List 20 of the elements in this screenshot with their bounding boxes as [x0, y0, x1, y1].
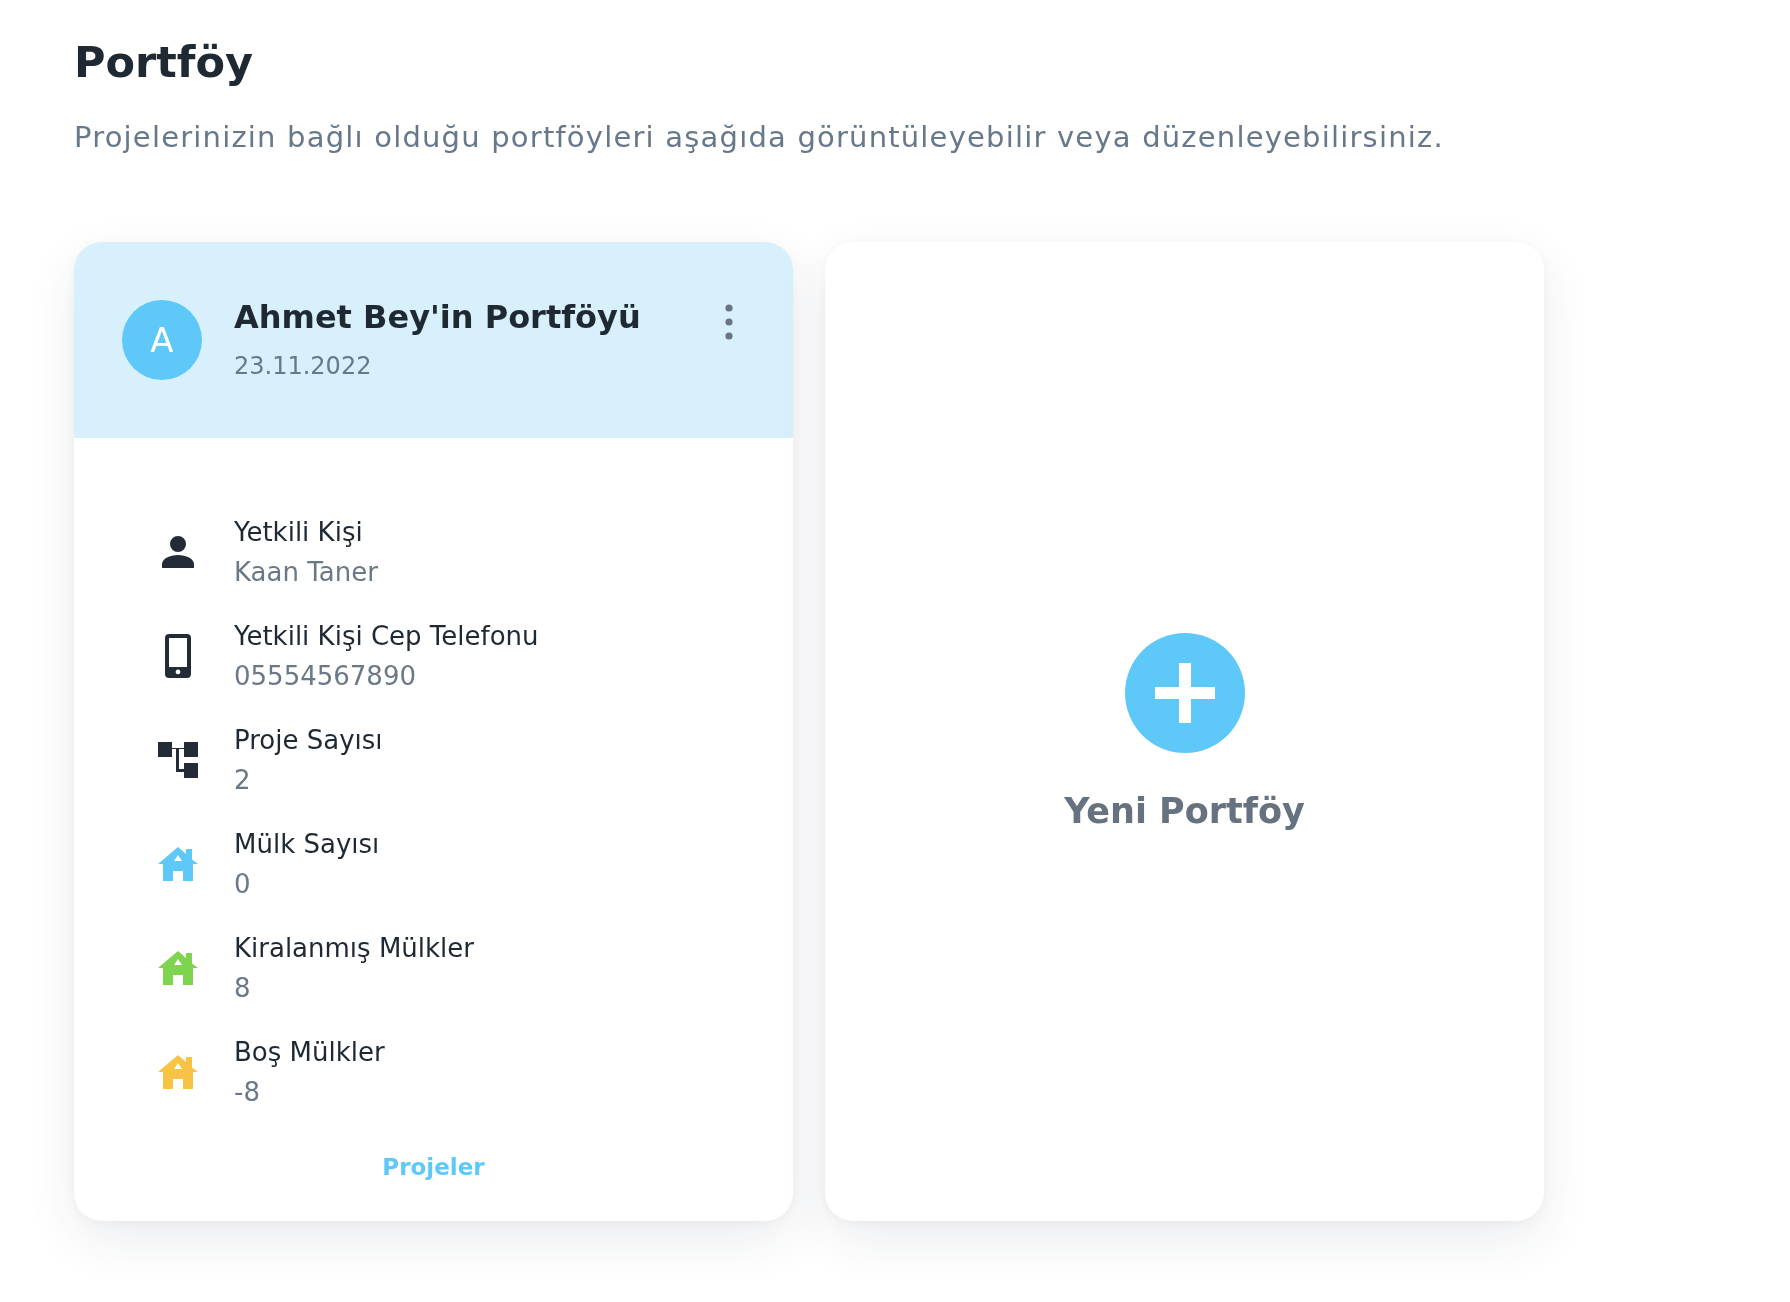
detail-value: Kaan Taner — [234, 556, 378, 589]
detail-label: Yetkili Kişi Cep Telefonu — [234, 620, 539, 653]
page-subtitle: Projelerinizin bağlı olduğu portföyleri aşağıda görüntüleyebilir veya düzenleyebilirsiniz. — [74, 119, 1445, 156]
avatar: A — [122, 300, 202, 380]
detail-value: -8 — [234, 1076, 261, 1109]
detail-value: 8 — [234, 972, 252, 1005]
plus-icon — [1124, 632, 1245, 753]
detail-value: 0 — [234, 868, 252, 901]
detail-label: Proje Sayısı — [234, 724, 383, 757]
detail-label: Yetkili Kişi — [234, 516, 364, 549]
detail-value: 05554567890 — [234, 660, 417, 693]
portfolio-date: 23.11.2022 — [234, 351, 373, 382]
detail-label: Boş Mülkler — [234, 1036, 385, 1069]
new-portfolio-button[interactable]: Yeni Portföy — [825, 242, 1544, 1221]
detail-value: 2 — [234, 764, 252, 797]
kebab-menu-icon — [725, 304, 733, 340]
detail-label: Kiralanmış Mülkler — [234, 932, 474, 965]
page-title: Portföy — [74, 36, 255, 88]
detail-label: Mülk Sayısı — [234, 828, 380, 861]
portfolio-name: Ahmet Bey'in Portföyü — [234, 297, 642, 337]
